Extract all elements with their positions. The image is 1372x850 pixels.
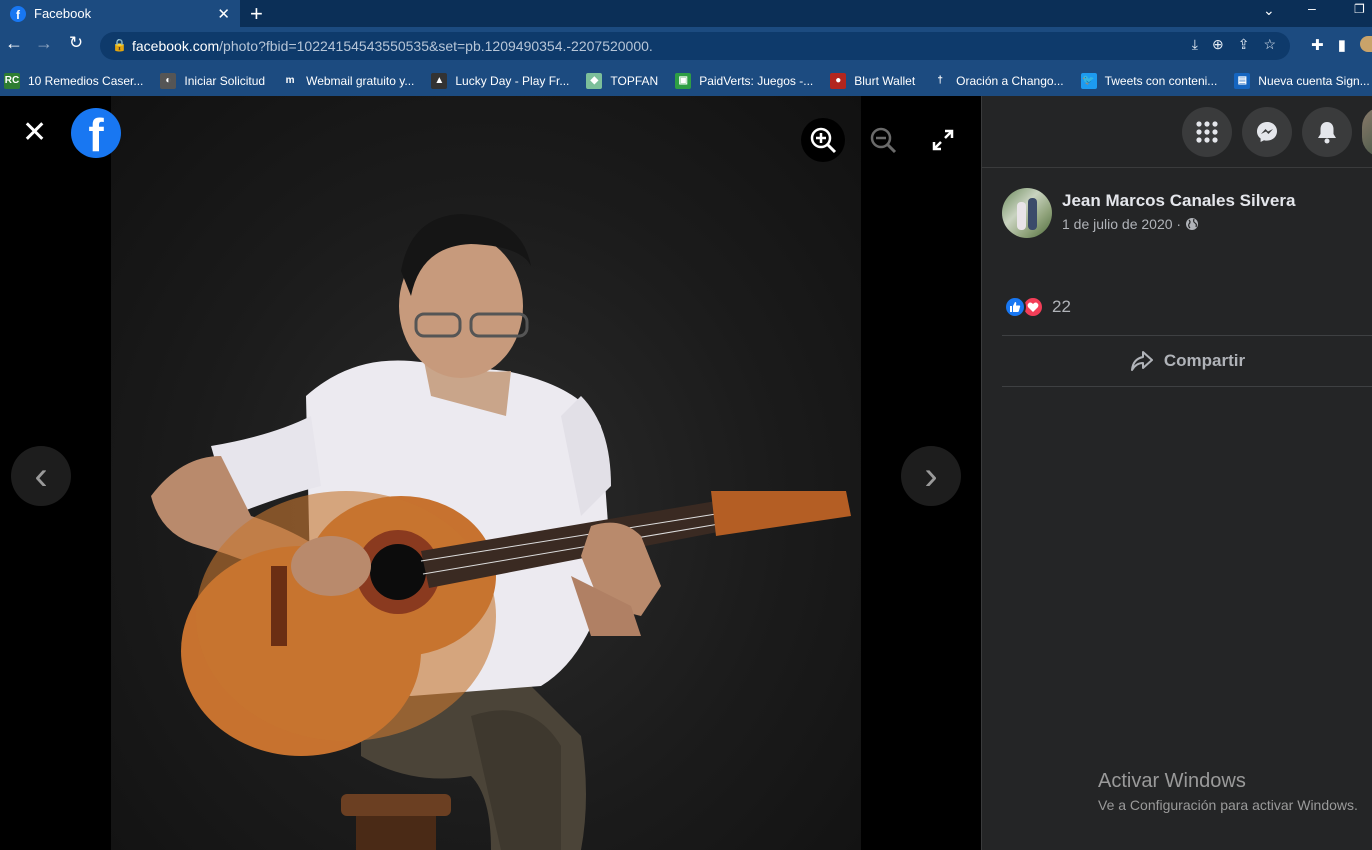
- bookmark-label: Oración a Chango...: [956, 73, 1064, 88]
- menu-button[interactable]: [1182, 107, 1232, 157]
- next-photo-button[interactable]: ›: [901, 446, 961, 506]
- watermark-subtitle: Ve a Configuración para activar Windows.: [1098, 797, 1358, 813]
- bookmark-item[interactable]: ● Blurt Wallet: [830, 72, 916, 89]
- messenger-button[interactable]: [1242, 107, 1292, 157]
- extensions-icon[interactable]: ✚: [1311, 36, 1324, 54]
- bookmark-item[interactable]: ▣ PaidVerts: Juegos -...: [675, 72, 814, 89]
- install-app-icon[interactable]: ⤓: [1192, 36, 1198, 53]
- restore-icon[interactable]: ❐: [1354, 2, 1365, 16]
- photo-viewer: ✕ f ‹ ›: [0, 96, 981, 850]
- photo-sidebar: Jean Marcos Canales Silvera 1 de julio d…: [981, 96, 1372, 850]
- bookmark-favicon-icon: ◐: [160, 72, 177, 89]
- zoom-out-button[interactable]: [861, 118, 905, 162]
- author-name[interactable]: Jean Marcos Canales Silvera: [1062, 191, 1295, 211]
- bookmark-item[interactable]: ▲ Lucky Day - Play Fr...: [431, 72, 570, 89]
- previous-photo-button[interactable]: ‹: [11, 446, 71, 506]
- bookmark-item[interactable]: 🐦 Tweets con conteni...: [1080, 72, 1218, 89]
- bookmark-favicon-icon: ▣: [675, 72, 692, 89]
- share-icon: [1130, 351, 1153, 371]
- bookmark-star-icon[interactable]: ☆: [1263, 36, 1276, 53]
- watermark-title: Activar Windows: [1098, 770, 1246, 792]
- post-author: Jean Marcos Canales Silvera 1 de julio d…: [1002, 188, 1295, 238]
- divider: [1002, 386, 1372, 387]
- bookmark-favicon-icon: m: [282, 72, 299, 89]
- post-date-text[interactable]: 1 de julio de 2020 ·: [1062, 216, 1185, 232]
- bookmark-favicon-icon: ▤: [1234, 72, 1251, 89]
- chevron-left-icon: ‹: [34, 454, 48, 498]
- bookmark-item[interactable]: RC 10 Remedios Caser...: [4, 72, 144, 89]
- messenger-icon: [1257, 122, 1277, 142]
- zoom-out-icon: [870, 127, 897, 154]
- browser-tab[interactable]: f Facebook ✕: [0, 0, 240, 27]
- tab-title: Facebook: [34, 6, 92, 21]
- bookmark-favicon-icon: †: [932, 72, 949, 89]
- bookmarks-bar: RC 10 Remedios Caser... ◐ Iniciar Solicitud…: [0, 65, 1372, 96]
- back-icon[interactable]: ←: [2, 33, 26, 54]
- profile-avatar[interactable]: [1360, 36, 1372, 52]
- facebook-favicon-icon: f: [10, 5, 26, 22]
- top-actions: [982, 96, 1372, 168]
- new-tab-button[interactable]: +: [250, 1, 263, 27]
- bookmark-label: Iniciar Solicitud: [184, 73, 266, 88]
- photo: [111, 96, 861, 850]
- bookmark-item[interactable]: ▤ Nueva cuenta Sign...: [1234, 72, 1370, 89]
- bookmark-label: Tweets con conteni...: [1104, 73, 1218, 88]
- fullscreen-button[interactable]: [921, 118, 965, 162]
- close-viewer-button[interactable]: ✕: [22, 118, 47, 148]
- zoom-in-icon: [810, 127, 837, 154]
- reactions-summary[interactable]: 22: [1004, 296, 1071, 318]
- chevron-right-icon: ›: [924, 454, 938, 498]
- bookmark-item[interactable]: ◐ Iniciar Solicitud: [160, 72, 266, 89]
- bookmark-item[interactable]: m Webmail gratuito y...: [282, 72, 415, 89]
- reload-icon[interactable]: ↻: [64, 33, 88, 53]
- bookmark-item[interactable]: † Oración a Chango...: [932, 72, 1064, 89]
- tab-strip: f Facebook ✕ + ⌄ – ❐: [0, 0, 1372, 27]
- forward-icon[interactable]: →: [32, 33, 56, 54]
- zoom-icon[interactable]: ⊕: [1212, 36, 1224, 53]
- author-avatar[interactable]: [1002, 188, 1052, 238]
- bookmark-favicon-icon: RC: [4, 72, 20, 89]
- reaction-count: 22: [1052, 297, 1071, 316]
- grid-menu-icon: [1196, 121, 1218, 143]
- browser-toolbar: ← → ↻ 🔒 facebook.com/photo?fbid=10224154…: [0, 27, 1372, 65]
- like-reaction-icon: [1004, 296, 1026, 318]
- tab-close-icon[interactable]: ✕: [217, 5, 230, 23]
- bookmark-label: Nueva cuenta Sign...: [1258, 73, 1370, 88]
- account-avatar[interactable]: [1362, 107, 1372, 157]
- bookmark-label: Webmail gratuito y...: [306, 73, 415, 88]
- zoom-in-button[interactable]: [801, 118, 845, 162]
- facebook-logo[interactable]: f: [71, 108, 121, 158]
- bookmark-favicon-icon: ▲: [431, 72, 448, 89]
- bookmark-label: 10 Remedios Caser...: [28, 73, 144, 88]
- notifications-button[interactable]: [1302, 107, 1352, 157]
- bell-icon: [1318, 122, 1336, 144]
- share-label: Compartir: [1163, 351, 1246, 370]
- windows-activation-watermark: Activar Windows Ve a Configuración para …: [1098, 770, 1358, 813]
- bookmark-favicon-icon: ◆: [586, 72, 603, 89]
- globe-icon: [1185, 218, 1198, 230]
- bookmark-label: Lucky Day - Play Fr...: [455, 73, 570, 88]
- bookmark-favicon-icon: 🐦: [1080, 72, 1097, 89]
- share-button[interactable]: Compartir: [1002, 336, 1372, 386]
- address-bar[interactable]: 🔒 facebook.com/photo?fbid=10224154543550…: [100, 32, 1290, 60]
- bookmark-label: Blurt Wallet: [854, 73, 916, 88]
- url-host: facebook.com: [132, 38, 220, 54]
- expand-icon: [932, 129, 954, 151]
- lock-icon: 🔒: [112, 38, 127, 52]
- minimize-icon[interactable]: –: [1308, 0, 1316, 16]
- tab-search-chevron-icon[interactable]: ⌄: [1263, 2, 1275, 19]
- guitarist-photo: [151, 214, 851, 850]
- bookmark-label: TOPFAN: [610, 73, 659, 88]
- bookmark-label: PaidVerts: Juegos -...: [699, 73, 814, 88]
- bookmark-item[interactable]: ◆ TOPFAN: [586, 72, 659, 89]
- bookmark-favicon-icon: ●: [830, 72, 847, 89]
- post-date: 1 de julio de 2020 ·: [1062, 216, 1199, 232]
- share-page-icon[interactable]: ⇪: [1238, 36, 1250, 53]
- url-path: /photo?fbid=10224154543550535&set=pb.120…: [219, 38, 653, 54]
- side-panel-icon[interactable]: ▮: [1338, 36, 1346, 54]
